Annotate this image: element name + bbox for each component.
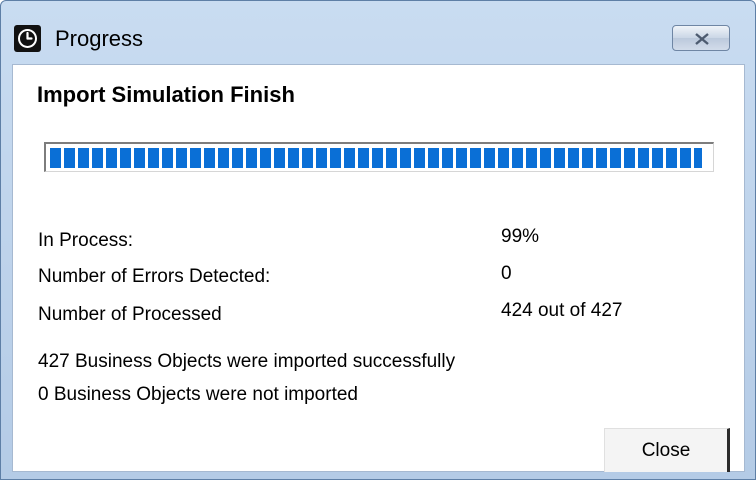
progress-bar-fill [50,148,702,168]
errors-detected-value: 0 [501,263,512,284]
close-button[interactable]: Close [604,428,730,472]
in-process-label: In Process: [38,230,134,251]
errors-detected-label: Number of Errors Detected: [38,266,271,287]
import-failure-summary: 0 Business Objects were not imported [38,384,358,405]
in-process-value: 99% [501,226,540,247]
close-icon [695,33,709,45]
progress-bar [44,142,714,172]
window-title: Progress [55,26,144,51]
clock-icon [14,25,41,52]
processed-count-value: 424 out of 427 [501,300,623,321]
window-close-button[interactable] [672,25,730,51]
processed-count-label: Number of Processed [38,304,222,325]
dialog-heading: Import Simulation Finish [37,82,295,107]
import-success-summary: 427 Business Objects were imported succe… [38,351,456,372]
title-bar[interactable]: Progress [1,1,755,63]
progress-window: Progress Import Simulation Finish In Pro… [0,0,756,480]
